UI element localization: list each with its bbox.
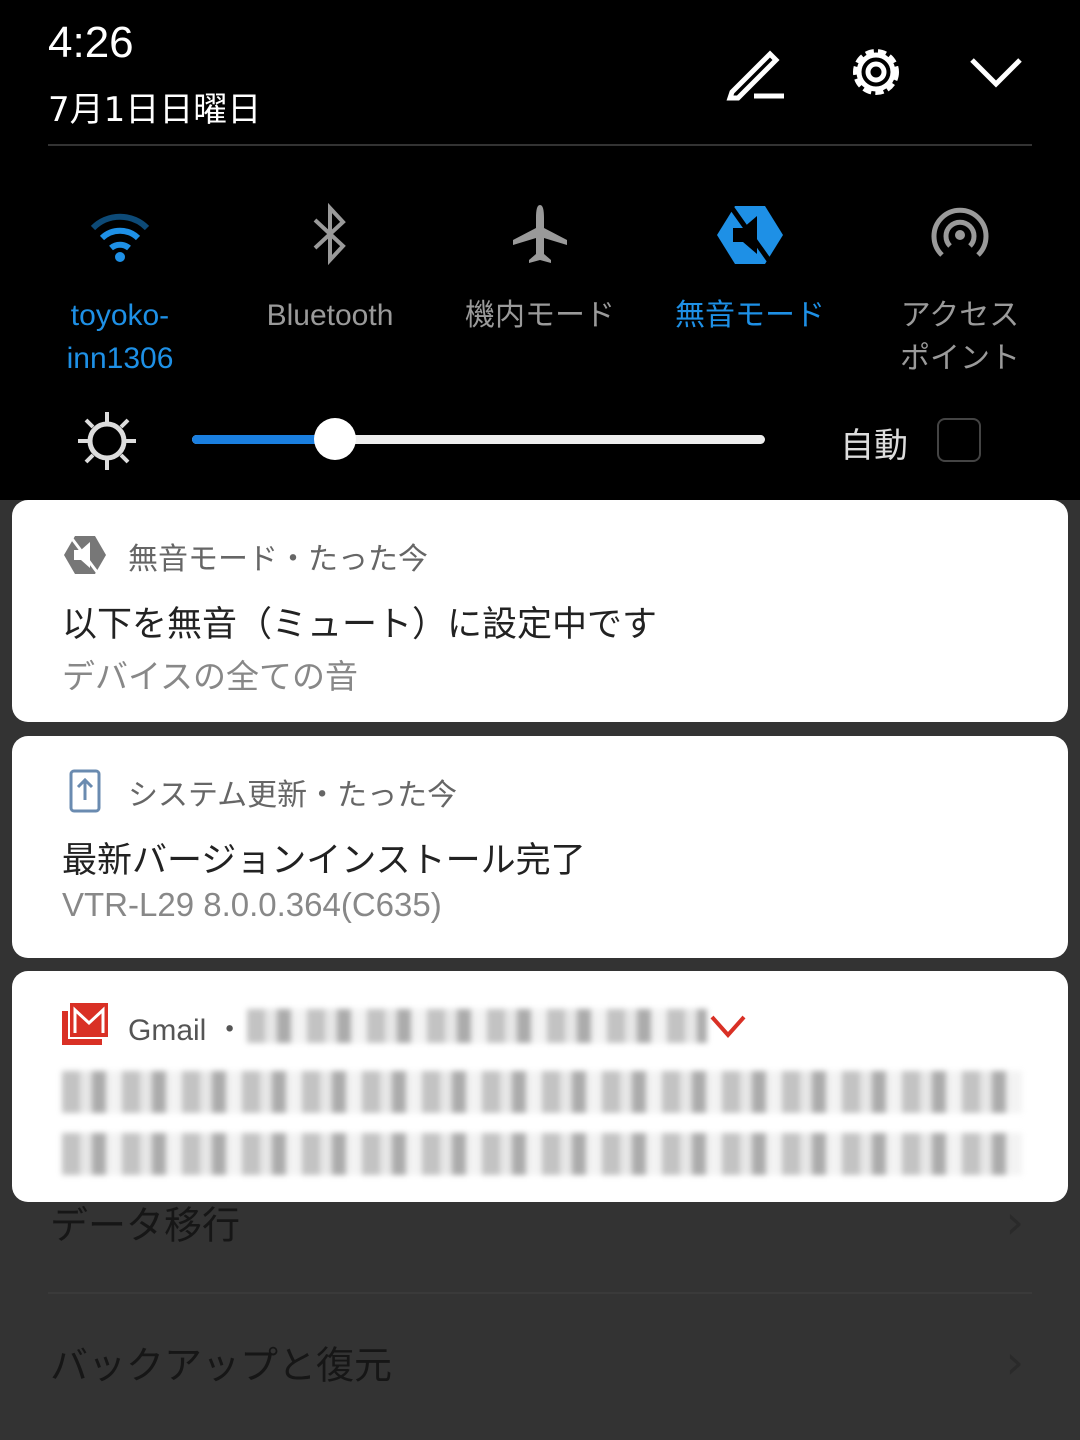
- tile-silent-mode[interactable]: 無音モード: [650, 200, 850, 337]
- redacted-subject: [247, 1009, 707, 1043]
- settings-row-data-migration[interactable]: データ移行 ›: [0, 1152, 1080, 1292]
- wifi-icon: [90, 213, 150, 262]
- divider: [48, 144, 1032, 146]
- brightness-slider[interactable]: [192, 418, 765, 460]
- airplane-icon: [513, 205, 567, 263]
- settings-row-label: バックアップと復元: [50, 1343, 393, 1388]
- edit-icon[interactable]: [724, 40, 788, 104]
- collapse-chevron-icon[interactable]: [964, 40, 1028, 104]
- settings-row-label: データ移行: [50, 1203, 241, 1248]
- silent-mode-icon: [717, 202, 783, 268]
- notification-app: Gmail ・: [128, 1014, 245, 1047]
- notification-app: システム更新・たった今: [128, 778, 458, 813]
- gmail-icon: [62, 1003, 108, 1045]
- tile-hotspot[interactable]: アクセス ポイント: [860, 200, 1060, 380]
- tile-bluetooth[interactable]: Bluetooth: [230, 200, 430, 337]
- date: 7月1日日曜日: [48, 90, 262, 130]
- auto-brightness-label: 自動: [840, 426, 908, 466]
- redacted-body-line: [62, 1071, 1022, 1113]
- notification-body: デバイスの全ての音: [62, 657, 359, 696]
- tile-label: toyoko- inn1306: [66, 299, 174, 375]
- tile-label: アクセス ポイント: [900, 299, 1020, 375]
- tile-label: 機内モード: [465, 299, 615, 332]
- tile-label: Bluetooth: [266, 299, 394, 332]
- expand-chevron-icon[interactable]: [708, 1011, 748, 1041]
- chevron-right-icon: ›: [1005, 1335, 1024, 1389]
- notification-system-update[interactable]: システム更新・たった今 最新バージョンインストール完了 VTR-L29 8.0.…: [12, 736, 1068, 958]
- bluetooth-icon: [313, 202, 346, 266]
- brightness-icon: [78, 412, 136, 470]
- hotspot-icon: [931, 207, 989, 257]
- notification-body: VTR-L29 8.0.0.364(C635): [62, 886, 442, 923]
- brightness-thumb[interactable]: [314, 418, 357, 460]
- settings-icon[interactable]: [844, 40, 908, 104]
- quick-settings-panel: 4:26 7月1日日曜日 toyoko- inn1306 Bluetooth 機…: [0, 0, 1080, 500]
- notification-app: 無音モード・たった今: [128, 542, 428, 577]
- notification-title: 以下を無音（ミュート）に設定中です: [62, 605, 658, 645]
- tile-airplane-mode[interactable]: 機内モード: [440, 200, 640, 337]
- tile-label: 無音モード: [675, 299, 825, 332]
- silent-mode-icon: [64, 535, 106, 577]
- system-update-icon: [69, 769, 101, 813]
- chevron-right-icon: ›: [1005, 1195, 1024, 1249]
- settings-row-backup-restore[interactable]: バックアップと復元 ›: [0, 1292, 1080, 1432]
- notification-silent-mode[interactable]: 無音モード・たった今 以下を無音（ミュート）に設定中です デバイスの全ての音: [12, 500, 1068, 722]
- clock: 4:26: [48, 18, 134, 67]
- notification-title: 最新バージョンインストール完了: [62, 841, 586, 881]
- auto-brightness-checkbox[interactable]: [937, 418, 981, 462]
- tile-wifi[interactable]: toyoko- inn1306: [20, 200, 220, 380]
